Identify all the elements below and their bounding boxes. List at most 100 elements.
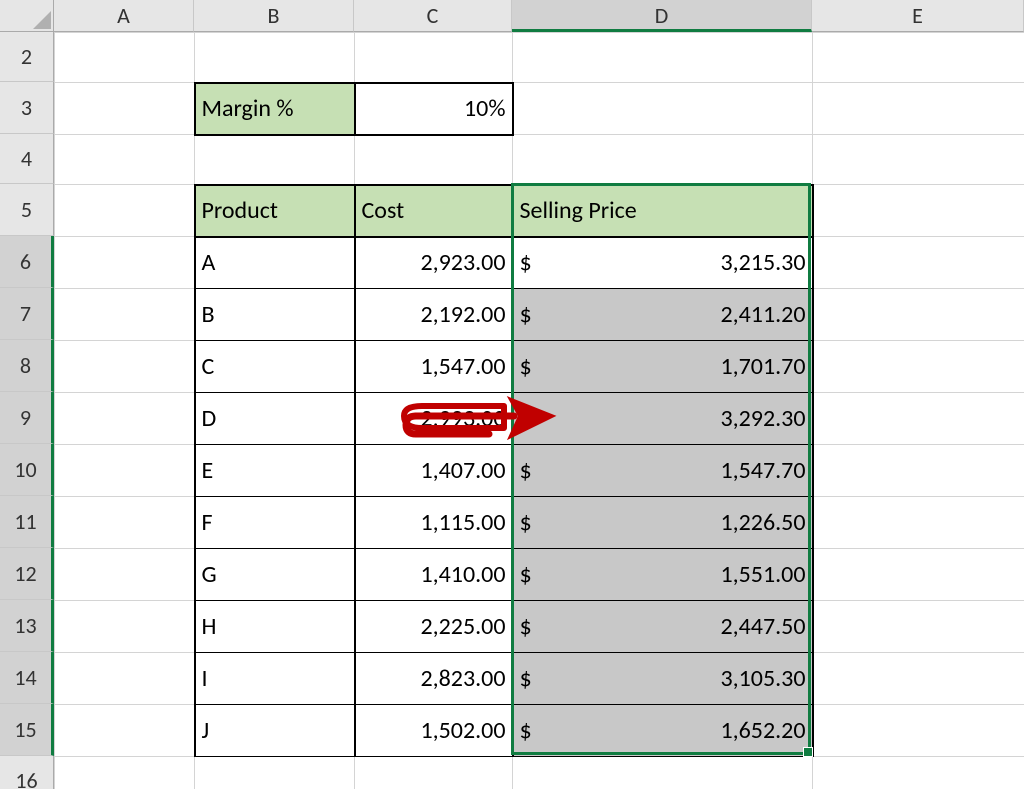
cell-A15[interactable] <box>55 705 195 757</box>
cell-B6[interactable]: A <box>195 237 355 289</box>
cell-B2[interactable] <box>195 33 355 83</box>
cell-E16[interactable] <box>813 757 1024 789</box>
column-header-E[interactable]: E <box>812 0 1024 32</box>
cell-C14[interactable]: 2,823.00 <box>355 653 513 705</box>
cell-C2[interactable] <box>355 33 513 83</box>
cell-B5[interactable]: Product <box>195 185 355 237</box>
row-header-3[interactable]: 3 <box>0 82 54 134</box>
cell-E9[interactable] <box>813 393 1024 445</box>
cell-E13[interactable] <box>813 601 1024 653</box>
cell-E14[interactable] <box>813 653 1024 705</box>
row-header-15[interactable]: 15 <box>0 704 54 756</box>
cell-D5[interactable]: Selling Price <box>513 185 813 237</box>
cell-A2[interactable] <box>55 33 195 83</box>
cell-B14[interactable]: I <box>195 653 355 705</box>
cell-B15[interactable]: J <box>195 705 355 757</box>
cell-A11[interactable] <box>55 497 195 549</box>
column-header-B[interactable]: B <box>194 0 354 32</box>
cells-grid[interactable]: Margin %10%ProductCostSelling Price A2,92… <box>54 32 1024 789</box>
cell-D10[interactable]: $1,547.70 <box>513 445 813 497</box>
row-header-9[interactable]: 9 <box>0 392 54 444</box>
cell-D7[interactable]: $2,411.20 <box>513 289 813 341</box>
cell-B12[interactable]: G <box>195 549 355 601</box>
cell-E5[interactable] <box>813 185 1024 237</box>
row-header-2[interactable]: 2 <box>0 32 54 82</box>
cell-D8[interactable]: $1,701.70 <box>513 341 813 393</box>
cell-A10[interactable] <box>55 445 195 497</box>
cell-A5[interactable] <box>55 185 195 237</box>
cell-E11[interactable] <box>813 497 1024 549</box>
cell-D6[interactable]: $3,215.30 <box>513 237 813 289</box>
cell-E12[interactable] <box>813 549 1024 601</box>
cell-B3[interactable]: Margin % <box>195 83 355 135</box>
cell-C8[interactable]: 1,547.00 <box>355 341 513 393</box>
cell-A12[interactable] <box>55 549 195 601</box>
cell-A14[interactable] <box>55 653 195 705</box>
cell-A8[interactable] <box>55 341 195 393</box>
row-header-8[interactable]: 8 <box>0 340 54 392</box>
cell-D11[interactable]: $1,226.50 <box>513 497 813 549</box>
cell-A9[interactable] <box>55 393 195 445</box>
cell-E7[interactable] <box>813 289 1024 341</box>
row-header-11[interactable]: 11 <box>0 496 54 548</box>
row-header-14[interactable]: 14 <box>0 652 54 704</box>
cell-B7[interactable]: B <box>195 289 355 341</box>
cell-D12[interactable]: $1,551.00 <box>513 549 813 601</box>
cell-B13[interactable]: H <box>195 601 355 653</box>
cell-E6[interactable] <box>813 237 1024 289</box>
cell-C16[interactable] <box>355 757 513 789</box>
cell-D9[interactable]: $3,292.30 <box>513 393 813 445</box>
column-header-A[interactable]: A <box>54 0 194 32</box>
cell-C4[interactable] <box>355 135 513 185</box>
row-header-6[interactable]: 6 <box>0 236 54 288</box>
cell-B4[interactable] <box>195 135 355 185</box>
cell-C11[interactable]: 1,115.00 <box>355 497 513 549</box>
column-header-C[interactable]: C <box>354 0 512 32</box>
cell-A16[interactable] <box>55 757 195 789</box>
cell-D2[interactable] <box>513 33 813 83</box>
cell-D16[interactable] <box>513 757 813 789</box>
row-header-10[interactable]: 10 <box>0 444 54 496</box>
select-all-corner[interactable] <box>0 0 54 32</box>
cell-C3[interactable]: 10% <box>355 83 513 135</box>
cell-D4[interactable] <box>513 135 813 185</box>
cell-A3[interactable] <box>55 83 195 135</box>
row-header-13[interactable]: 13 <box>0 600 54 652</box>
cell-D13[interactable]: $2,447.50 <box>513 601 813 653</box>
cell-C7[interactable]: 2,192.00 <box>355 289 513 341</box>
cell-B8[interactable]: C <box>195 341 355 393</box>
row-header-16[interactable]: 16 <box>0 756 54 789</box>
cell-A13[interactable] <box>55 601 195 653</box>
currency-symbol: $ <box>520 664 532 693</box>
cell-E2[interactable] <box>813 33 1024 83</box>
cell-E10[interactable] <box>813 445 1024 497</box>
cell-C13[interactable]: 2,225.00 <box>355 601 513 653</box>
row-header-12[interactable]: 12 <box>0 548 54 600</box>
cell-B11[interactable]: F <box>195 497 355 549</box>
cell-C15[interactable]: 1,502.00 <box>355 705 513 757</box>
cell-E8[interactable] <box>813 341 1024 393</box>
cell-B10[interactable]: E <box>195 445 355 497</box>
cell-C9[interactable]: 2,993.00 <box>355 393 513 445</box>
cell-A4[interactable] <box>55 135 195 185</box>
cell-D3[interactable] <box>513 83 813 135</box>
column-header-D[interactable]: D <box>512 0 812 32</box>
row-header-5[interactable]: 5 <box>0 184 54 236</box>
cell-A6[interactable] <box>55 237 195 289</box>
cell-A7[interactable] <box>55 289 195 341</box>
cell-B9[interactable]: D <box>195 393 355 445</box>
cell-C5[interactable]: Cost <box>355 185 513 237</box>
table-row: D2,993.00$3,292.30 <box>55 393 1024 445</box>
cell-C10[interactable]: 1,407.00 <box>355 445 513 497</box>
cell-C6[interactable]: 2,923.00 <box>355 237 513 289</box>
cell-E3[interactable] <box>813 83 1024 135</box>
cell-C12[interactable]: 1,410.00 <box>355 549 513 601</box>
cell-B16[interactable] <box>195 757 355 789</box>
cell-E4[interactable] <box>813 135 1024 185</box>
cell-E15[interactable] <box>813 705 1024 757</box>
row-header-7[interactable]: 7 <box>0 288 54 340</box>
cell-D15[interactable]: $1,652.20 <box>513 705 813 757</box>
table-row <box>55 33 1024 83</box>
cell-D14[interactable]: $3,105.30 <box>513 653 813 705</box>
row-header-4[interactable]: 4 <box>0 134 54 184</box>
